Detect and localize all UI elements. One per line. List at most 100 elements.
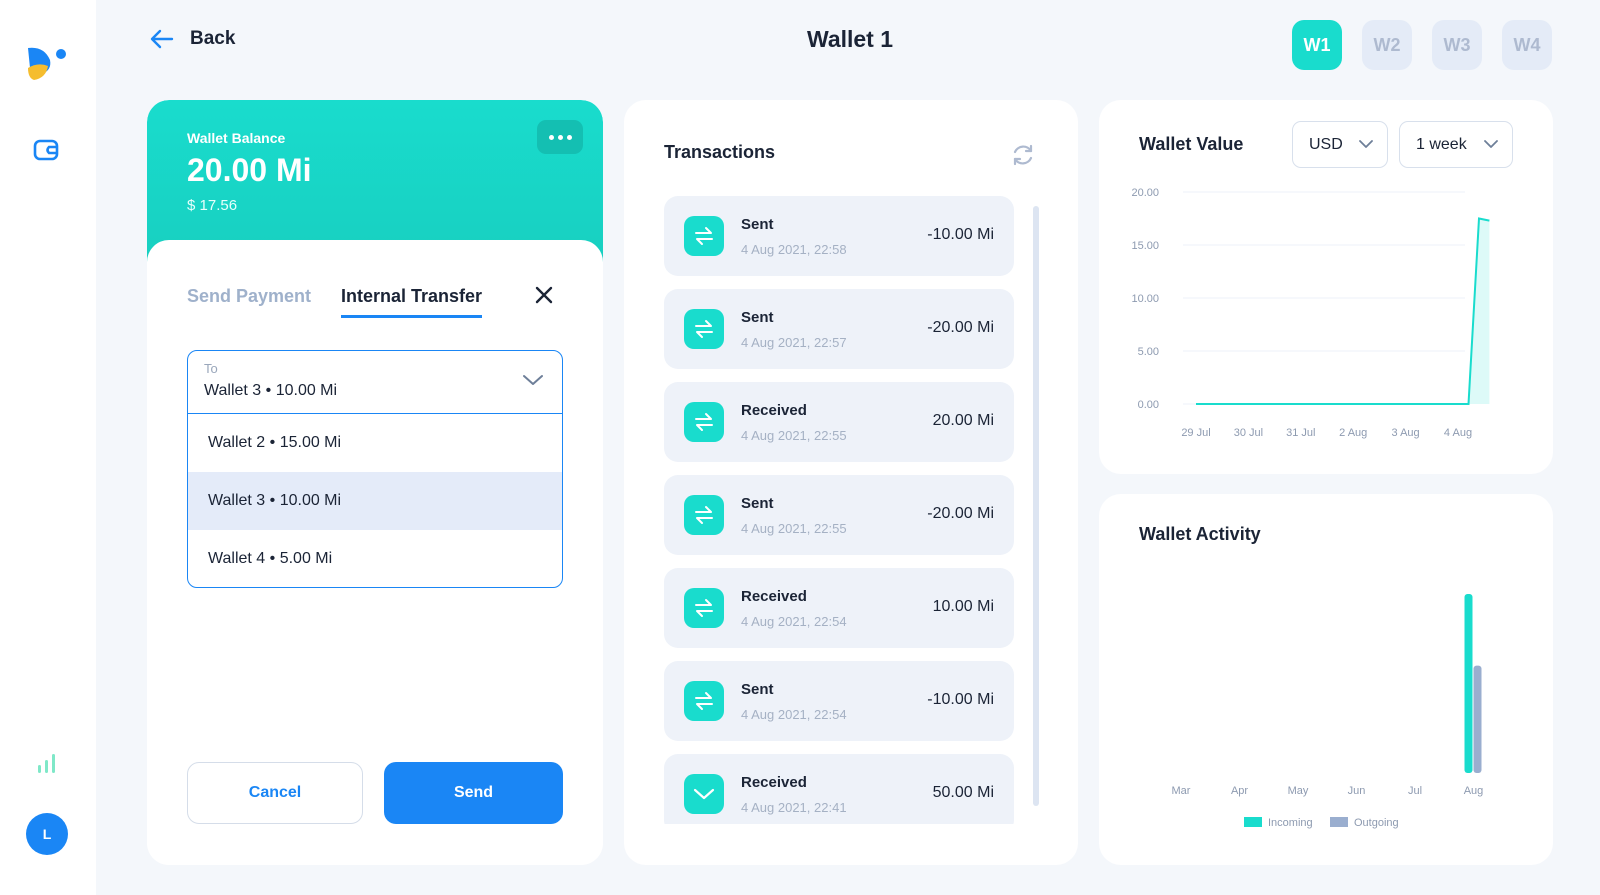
transfer-panel: Wallet Balance 20.00 Mi $ 17.56 Send Pay… xyxy=(147,100,603,865)
x-tick-label: 4 Aug xyxy=(1444,427,1472,439)
x-tick-label: 2 Aug xyxy=(1339,427,1367,439)
currency-select[interactable]: USD xyxy=(1292,121,1388,168)
cancel-button[interactable]: Cancel xyxy=(187,762,363,824)
transaction-amount: 50.00 Mi xyxy=(932,784,994,801)
transaction-item[interactable]: Sent 4 Aug 2021, 22:57 -20.00 Mi xyxy=(664,289,1014,369)
transactions-panel: Transactions Sent 4 Aug 2021, 22:58 -10.00… xyxy=(624,100,1078,865)
dropdown-option-wallet-3[interactable]: Wallet 3 • 10.00 Mi xyxy=(188,472,562,530)
x-tick-label: Jun xyxy=(1348,785,1366,797)
more-dot-icon xyxy=(548,134,554,140)
x-tick-label: Apr xyxy=(1231,785,1248,797)
transaction-date: 4 Aug 2021, 22:55 xyxy=(741,521,847,536)
y-tick-label: 0.00 xyxy=(1138,399,1159,411)
transfer-icon xyxy=(684,402,724,442)
transaction-item[interactable]: Received 4 Aug 2021, 22:55 20.00 Mi xyxy=(664,382,1014,462)
legend-label: Incoming xyxy=(1268,817,1313,829)
currency-value: USD xyxy=(1309,135,1343,153)
x-tick-label: 3 Aug xyxy=(1392,427,1420,439)
balance-label: Wallet Balance xyxy=(187,130,286,146)
transaction-date: 4 Aug 2021, 22:58 xyxy=(741,242,847,257)
wallet-value-panel: 0.00 5.00 10.00 15.00 20.00 29 Jul 30 Jul 31 Ju… xyxy=(1099,100,1553,474)
transaction-type: Sent xyxy=(741,216,774,233)
transaction-date: 4 Aug 2021, 22:41 xyxy=(741,800,847,815)
wallet-activity-panel: Mar Apr May Jun Jul Aug Incoming Outgoing Walle… xyxy=(1099,494,1553,865)
more-options-button[interactable] xyxy=(537,120,583,154)
chevron-down-icon xyxy=(1359,140,1373,148)
dropdown-option-wallet-4[interactable]: Wallet 4 • 5.00 Mi xyxy=(188,530,562,587)
wallet-tab-w2[interactable]: W2 xyxy=(1362,20,1412,70)
period-value: 1 week xyxy=(1416,135,1467,153)
to-label: To xyxy=(204,361,218,376)
to-value: Wallet 3 • 10.00 Mi xyxy=(204,382,338,399)
close-icon[interactable] xyxy=(533,284,555,306)
transaction-date: 4 Aug 2021, 22:54 xyxy=(741,614,847,629)
transactions-scrollbar[interactable] xyxy=(1033,206,1039,806)
dropdown-option-wallet-2[interactable]: Wallet 2 • 15.00 Mi xyxy=(188,414,562,472)
stats-icon[interactable] xyxy=(34,750,60,776)
transaction-item[interactable]: Sent 4 Aug 2021, 22:54 -10.00 Mi xyxy=(664,661,1014,741)
tab-internal-transfer[interactable]: Internal Transfer xyxy=(341,286,483,318)
transaction-type: Received xyxy=(741,588,807,605)
balance-usd: $ 17.56 xyxy=(187,197,238,214)
wallet-activity-title: Wallet Activity xyxy=(1139,524,1261,544)
y-tick-label: 20.00 xyxy=(1131,187,1159,199)
transaction-item[interactable]: Sent 4 Aug 2021, 22:58 -10.00 Mi xyxy=(664,196,1014,276)
wallet-activity-chart: Mar Apr May Jun Jul Aug Incoming Outgoing xyxy=(1172,594,1484,829)
transfer-icon xyxy=(684,588,724,628)
more-dot-icon xyxy=(557,134,563,140)
transaction-amount: -10.00 Mi xyxy=(927,226,994,243)
transaction-item[interactable]: Sent 4 Aug 2021, 22:55 -20.00 Mi xyxy=(664,475,1014,555)
legend-label: Outgoing xyxy=(1354,817,1399,829)
wallet-tab-w4[interactable]: W4 xyxy=(1502,20,1552,70)
x-tick-label: May xyxy=(1288,785,1309,797)
activity-bar-outgoing xyxy=(1473,665,1482,773)
transfer-icon xyxy=(684,309,724,349)
transactions-title: Transactions xyxy=(664,142,776,162)
transaction-amount: 20.00 Mi xyxy=(932,412,994,429)
legend-swatch xyxy=(1330,817,1348,827)
chevron-down-icon xyxy=(1484,140,1498,148)
destination-dropdown: To Wallet 3 • 10.00 Mi Wallet 2 • 15.00 … xyxy=(187,350,563,588)
chevron-down-icon xyxy=(523,375,543,385)
transaction-date: 4 Aug 2021, 22:55 xyxy=(741,428,847,443)
send-button[interactable]: Send xyxy=(384,762,563,824)
transaction-amount: 10.00 Mi xyxy=(932,598,994,615)
x-tick-label: 30 Jul xyxy=(1234,427,1263,439)
wallet-tab-w1[interactable]: W1 xyxy=(1292,20,1342,70)
destination-select[interactable]: To Wallet 3 • 10.00 Mi xyxy=(188,351,562,414)
x-tick-label: Aug xyxy=(1464,785,1484,797)
avatar[interactable]: L xyxy=(26,813,68,855)
y-tick-label: 10.00 xyxy=(1131,293,1159,305)
transfer-icon xyxy=(684,216,724,256)
transaction-date: 4 Aug 2021, 22:57 xyxy=(741,335,847,350)
transfer-icon xyxy=(684,681,724,721)
y-tick-label: 5.00 xyxy=(1138,346,1159,358)
x-tick-label: Mar xyxy=(1172,785,1191,797)
tab-send-payment[interactable]: Send Payment xyxy=(187,286,311,307)
transaction-item[interactable]: Received 4 Aug 2021, 22:54 10.00 Mi xyxy=(664,568,1014,648)
activity-bar-incoming xyxy=(1464,594,1473,773)
balance-amount: 20.00 Mi xyxy=(187,152,312,188)
wallet-tabs: W1 W2 W3 W4 xyxy=(1292,20,1552,70)
transaction-type: Received xyxy=(741,774,807,791)
transaction-amount: -20.00 Mi xyxy=(927,505,994,522)
x-tick-label: 31 Jul xyxy=(1286,427,1315,439)
wallet-tab-w3[interactable]: W3 xyxy=(1432,20,1482,70)
transaction-amount: -20.00 Mi xyxy=(927,319,994,336)
transactions-list: Sent 4 Aug 2021, 22:58 -10.00 Mi Sent 4 Aug … xyxy=(664,196,1014,824)
refresh-icon[interactable] xyxy=(1010,142,1036,168)
transfer-form: Send Payment Internal Transfer To Wallet… xyxy=(147,240,603,865)
chevron-down-icon xyxy=(684,774,724,814)
legend-swatch xyxy=(1244,817,1262,827)
more-dot-icon xyxy=(566,134,572,140)
transaction-amount: -10.00 Mi xyxy=(927,691,994,708)
transaction-item[interactable]: Received 4 Aug 2021, 22:41 50.00 Mi xyxy=(664,754,1014,824)
value-line xyxy=(1196,217,1490,405)
x-tick-label: 29 Jul xyxy=(1181,427,1210,439)
period-select[interactable]: 1 week xyxy=(1399,121,1513,168)
y-tick-label: 15.00 xyxy=(1131,240,1159,252)
transaction-date: 4 Aug 2021, 22:54 xyxy=(741,707,847,722)
transfer-icon xyxy=(684,495,724,535)
transaction-type: Sent xyxy=(741,495,774,512)
wallet-icon[interactable] xyxy=(31,135,61,165)
